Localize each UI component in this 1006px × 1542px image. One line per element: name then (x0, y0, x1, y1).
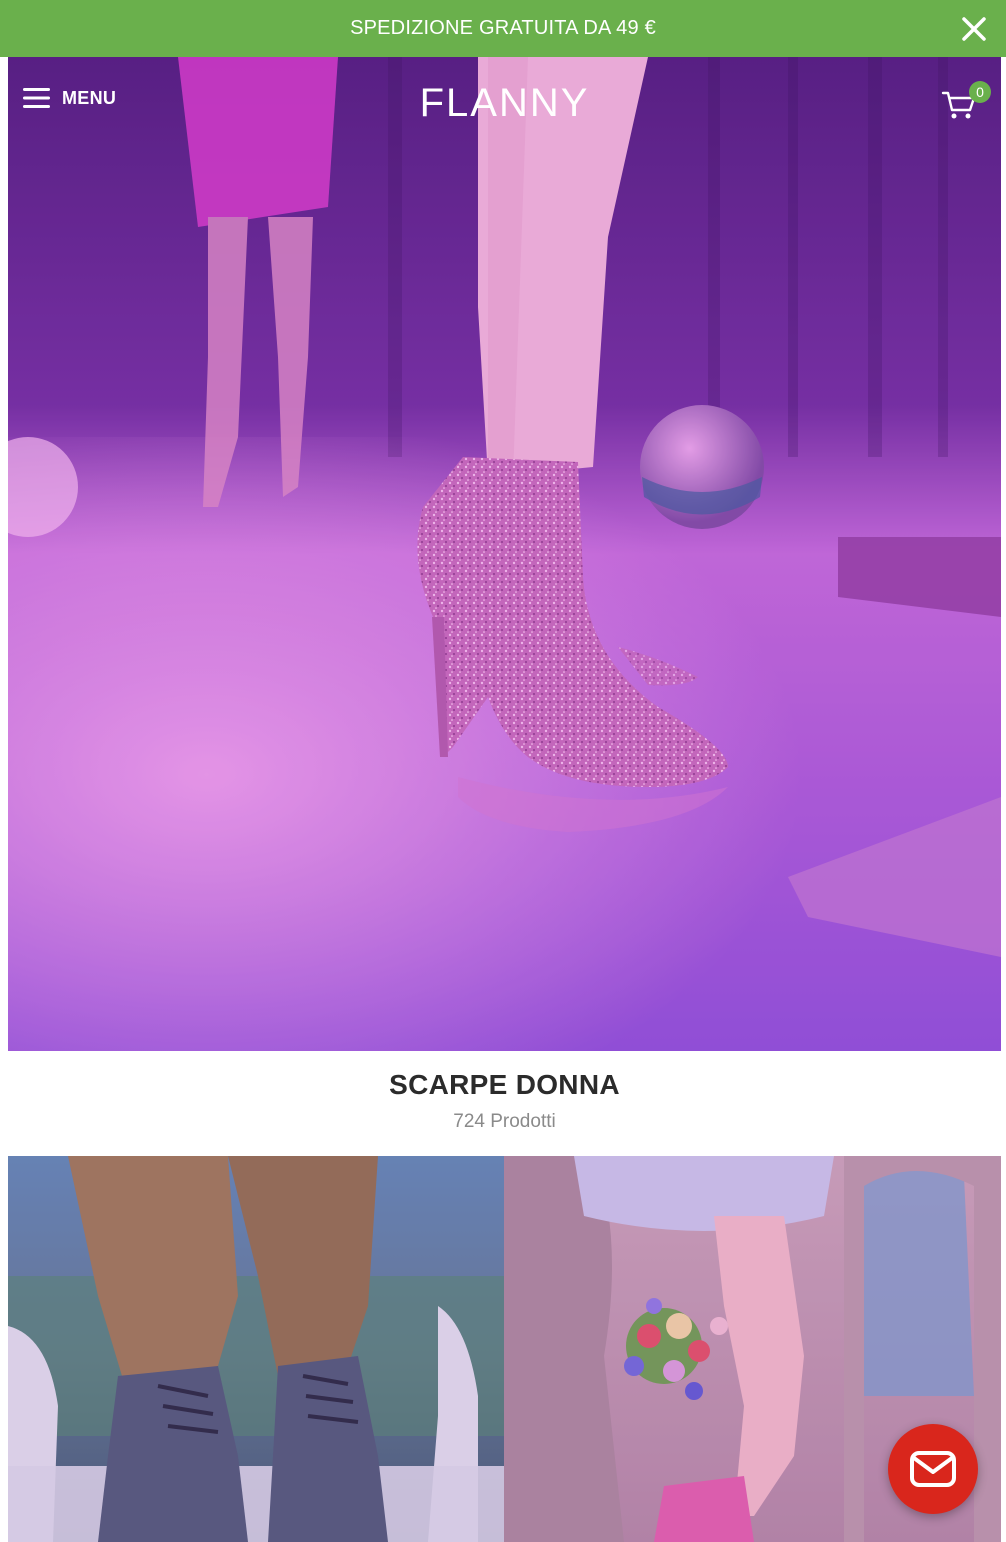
site-logo[interactable]: FLANNY (420, 79, 590, 127)
cart-button[interactable]: 0 (939, 81, 991, 123)
site-header: MENU FLANNY 0 (8, 57, 1001, 149)
promo-text: SPEDIZIONE GRATUITA DA 49 € (350, 17, 656, 39)
category-caption: SCARPE DONNA 724 Prodotti (8, 1051, 1001, 1156)
cart-count-badge: 0 (969, 81, 991, 103)
category-tile-left-image[interactable] (8, 1156, 504, 1542)
menu-label: MENU (62, 87, 117, 108)
close-icon[interactable] (958, 13, 990, 45)
promo-banner: SPEDIZIONE GRATUITA DA 49 € (0, 0, 1006, 57)
hamburger-icon (23, 88, 50, 108)
menu-button[interactable]: MENU (23, 87, 116, 109)
contact-chat-button[interactable] (888, 1424, 978, 1514)
mail-icon (910, 1451, 956, 1487)
category-hero-image[interactable] (8, 57, 1001, 1051)
category-product-count: 724 Prodotti (453, 1111, 556, 1132)
category-title[interactable]: SCARPE DONNA (8, 1069, 1001, 1101)
